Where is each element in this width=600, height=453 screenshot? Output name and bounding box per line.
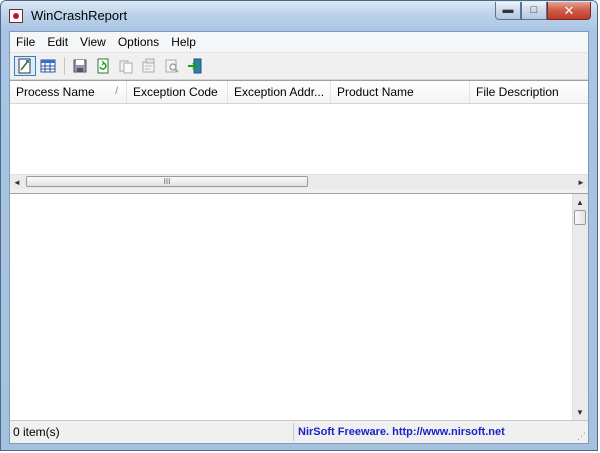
horizontal-scrollbar[interactable]: ◄ III ► xyxy=(10,174,588,189)
properties-icon[interactable] xyxy=(138,56,160,76)
toolbar-separator xyxy=(64,57,65,75)
resize-grip-icon[interactable]: ⋰ xyxy=(577,432,586,441)
scroll-right-icon[interactable]: ► xyxy=(574,175,588,189)
menu-help[interactable]: Help xyxy=(165,32,202,52)
minimize-button[interactable]: ▬ xyxy=(495,2,521,20)
menu-view[interactable]: View xyxy=(74,32,112,52)
details-pane[interactable]: ▲ ▼ xyxy=(10,193,588,420)
nirsoft-link[interactable]: NirSoft Freeware. http://www.nirsoft.net xyxy=(294,426,588,438)
refresh-icon[interactable] xyxy=(92,56,114,76)
app-window: WinCrashReport ▬ □ ✕ File Edit View Opti… xyxy=(0,0,598,451)
status-bar: 0 item(s) NirSoft Freeware. http://www.n… xyxy=(10,420,588,443)
menu-options[interactable]: Options xyxy=(112,32,165,52)
item-count: 0 item(s) xyxy=(13,425,60,439)
app-icon xyxy=(9,9,23,23)
exit-icon[interactable] xyxy=(184,56,206,76)
scroll-up-icon[interactable]: ▲ xyxy=(573,195,587,209)
caption-buttons: ▬ □ ✕ xyxy=(495,2,591,21)
column-process-name[interactable]: Process Name / xyxy=(10,81,127,103)
toolbar xyxy=(10,53,588,80)
scroll-left-icon[interactable]: ◄ xyxy=(10,175,24,189)
maximize-button[interactable]: □ xyxy=(521,2,547,20)
crash-list[interactable]: Process Name / Exception Code Exception … xyxy=(10,80,588,189)
save-icon[interactable] xyxy=(69,56,91,76)
column-label: Process Name xyxy=(16,85,95,99)
column-exception-address[interactable]: Exception Addr... xyxy=(228,81,331,103)
column-exception-code[interactable]: Exception Code xyxy=(127,81,228,103)
menu-file[interactable]: File xyxy=(10,32,41,52)
sort-indicator-icon: / xyxy=(115,86,118,97)
horizontal-scroll-thumb[interactable]: III xyxy=(26,176,308,187)
column-product-name[interactable]: Product Name xyxy=(331,81,470,103)
vertical-scrollbar[interactable]: ▲ ▼ xyxy=(572,194,588,420)
column-file-description[interactable]: File Description xyxy=(470,81,588,103)
find-icon[interactable] xyxy=(161,56,183,76)
title-bar[interactable]: WinCrashReport ▬ □ ✕ xyxy=(1,1,597,31)
menu-edit[interactable]: Edit xyxy=(41,32,74,52)
report-view-icon[interactable] xyxy=(14,56,36,76)
grid-view-icon[interactable] xyxy=(37,56,59,76)
window-title: WinCrashReport xyxy=(31,8,128,23)
vertical-scroll-thumb[interactable] xyxy=(574,210,586,225)
copy-icon[interactable] xyxy=(115,56,137,76)
scroll-down-icon[interactable]: ▼ xyxy=(573,405,587,419)
client-area: File Edit View Options Help Process Name… xyxy=(9,31,589,444)
list-header: Process Name / Exception Code Exception … xyxy=(10,81,588,104)
menu-bar: File Edit View Options Help xyxy=(10,32,588,53)
close-button[interactable]: ✕ xyxy=(547,2,591,20)
